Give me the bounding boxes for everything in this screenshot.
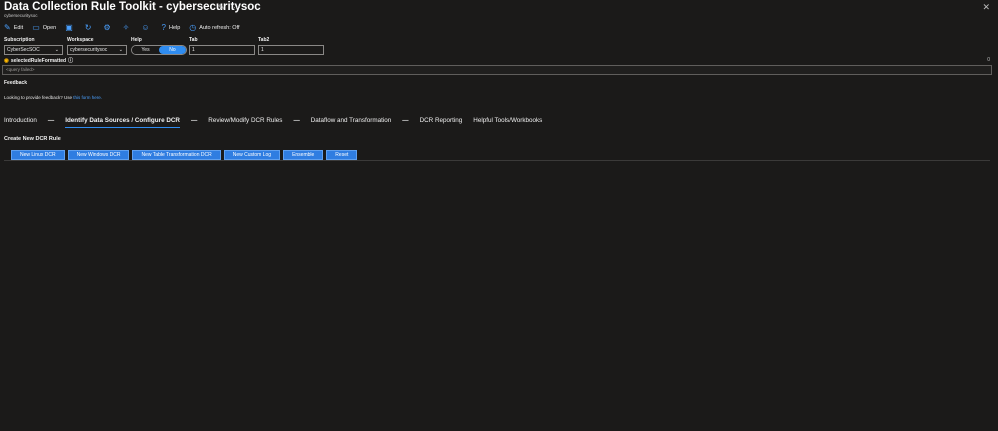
- smiley-icon: ☺: [141, 23, 150, 32]
- open-label: Open: [42, 25, 57, 31]
- help-button[interactable]: ? Help: [162, 24, 181, 32]
- clock-icon: ◷: [189, 23, 197, 32]
- workspace-dropdown[interactable]: cybersecuritysoc ⌄: [67, 45, 127, 55]
- more-icon[interactable]: ···: [233, 3, 241, 12]
- tab-input[interactable]: 1: [189, 45, 255, 55]
- divider: [4, 160, 990, 161]
- selected-rule-param: ◉ selectedRuleFormatted ⓘ: [4, 57, 73, 65]
- new-windows-dcr-button[interactable]: New Windows DCR: [67, 150, 130, 160]
- auto-refresh-label: Auto refresh: Off: [199, 25, 240, 31]
- folder-icon: ▭: [32, 23, 40, 32]
- feedback-text: Looking to provide feedback? Use this fo…: [4, 95, 102, 100]
- pencil-icon: ✎: [4, 23, 11, 32]
- tab-introduction[interactable]: Introduction: [4, 117, 37, 127]
- feedback-heading: Feedback: [4, 80, 28, 86]
- tab-separator: —: [293, 117, 300, 124]
- help-param: Help Yes No: [131, 37, 187, 55]
- feedback-button[interactable]: ☺: [141, 24, 152, 32]
- edit-label: Edit: [13, 25, 24, 31]
- help-param-label: Help: [131, 37, 142, 43]
- info-icon[interactable]: ⓘ: [68, 57, 73, 64]
- tab-identify-data-sources[interactable]: Identify Data Sources / Configure DCR: [65, 117, 180, 128]
- settings-button[interactable]: ⚙: [103, 24, 113, 32]
- tab-param: Tab 1: [189, 37, 257, 55]
- query-status-bar: <query failed>: [2, 65, 992, 75]
- refresh-button[interactable]: ↻: [85, 24, 95, 32]
- edit-button[interactable]: ✎ Edit: [4, 24, 23, 32]
- tab-bar: Introduction — Identify Data Sources / C…: [4, 117, 553, 129]
- help-icon: ?: [161, 23, 166, 32]
- warning-icon: ◉: [4, 57, 9, 64]
- ensemble-button[interactable]: Ensemble: [283, 150, 324, 160]
- auto-refresh-button[interactable]: ◷ Auto refresh: Off: [189, 24, 239, 32]
- refresh-icon: ↻: [84, 23, 92, 32]
- reset-button[interactable]: Reset: [326, 150, 358, 160]
- workspace-value: cybersecuritysoc: [70, 47, 108, 53]
- tab-label: Tab: [189, 37, 198, 43]
- workspace-label: Workspace: [67, 37, 94, 43]
- title-icons: ✎ ···: [218, 3, 247, 12]
- action-buttons: New Linux DCR New Windows DCR New Table …: [11, 150, 360, 160]
- settings-icon: ⚙: [103, 23, 111, 32]
- section-heading: Create New DCR Rule: [4, 136, 61, 142]
- feedback-link[interactable]: this form here.: [73, 95, 102, 100]
- tab-review-modify-dcr[interactable]: Review/Modify DCR Rules: [208, 117, 282, 127]
- subscription-dropdown[interactable]: CyberSecSOC ⌄: [4, 45, 63, 55]
- pin-button[interactable]: ✧: [123, 24, 133, 32]
- subscription-value: CyberSecSOC: [7, 47, 40, 53]
- subscription-label: Subscription: [4, 37, 35, 43]
- toolbar: ✎ Edit ▭ Open ▣ ↻ ⚙ ✧ ☺ ? Help ◷ Auto re…: [4, 23, 249, 33]
- tab2-label: Tab2: [258, 37, 270, 43]
- workspace-param: Workspace cybersecuritysoc ⌄: [67, 37, 127, 55]
- save-icon: ▣: [65, 23, 73, 32]
- tab-dataflow-transformation[interactable]: Dataflow and Transformation: [311, 117, 392, 127]
- pin-icon[interactable]: ✎: [218, 3, 225, 12]
- new-table-transformation-dcr-button[interactable]: New Table Transformation DCR: [132, 150, 221, 160]
- tab-separator: —: [47, 117, 55, 124]
- tab-helpful-tools[interactable]: Helpful Tools/Workbooks: [473, 117, 542, 127]
- save-button[interactable]: ▣: [65, 24, 76, 32]
- subscription-param: Subscription CyberSecSOC ⌄: [4, 37, 63, 55]
- right-marker: 0: [987, 57, 990, 63]
- tab-separator: —: [190, 117, 198, 124]
- new-linux-dcr-button[interactable]: New Linux DCR: [11, 150, 65, 160]
- selected-rule-label: selectedRuleFormatted: [10, 57, 67, 64]
- pin-icon: ✧: [122, 23, 130, 32]
- help-toggle[interactable]: Yes No: [131, 45, 187, 55]
- chevron-down-icon: ⌄: [54, 47, 59, 53]
- open-button[interactable]: ▭ Open: [32, 24, 56, 32]
- close-icon[interactable]: ✕: [982, 2, 990, 13]
- help-option-no[interactable]: No: [159, 46, 186, 54]
- tab2-input[interactable]: 1: [258, 45, 324, 55]
- page-subtitle: cybersecuritysoc: [4, 13, 38, 18]
- tab-separator: —: [402, 117, 409, 124]
- help-option-yes[interactable]: Yes: [132, 46, 159, 54]
- tab-dcr-reporting[interactable]: DCR Reporting: [420, 117, 463, 127]
- title-bar: Data Collection Rule Toolkit - cybersecu…: [4, 1, 990, 19]
- tab2-param: Tab2 1: [258, 37, 326, 55]
- new-custom-log-button[interactable]: New Custom Log: [223, 150, 281, 160]
- feedback-prompt: Looking to provide feedback? Use: [4, 95, 74, 100]
- help-label: Help: [168, 25, 181, 31]
- chevron-down-icon: ⌄: [118, 47, 123, 53]
